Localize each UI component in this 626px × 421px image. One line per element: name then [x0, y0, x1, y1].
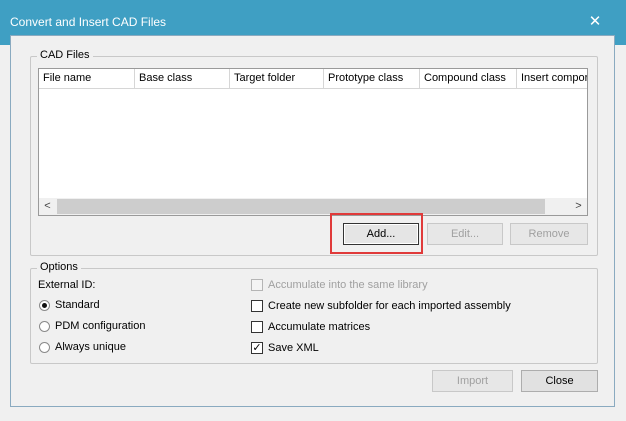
scroll-right-icon[interactable]: >	[570, 198, 587, 215]
column-compound-class[interactable]: Compound class	[420, 69, 517, 88]
checkbox-accumulate-matrices-label[interactable]: Accumulate matrices	[268, 321, 370, 333]
edit-button[interactable]: Edit...	[427, 223, 503, 245]
radio-always-unique-label[interactable]: Always unique	[55, 341, 126, 353]
remove-button[interactable]: Remove	[510, 223, 588, 245]
column-file-name[interactable]: File name	[39, 69, 135, 88]
checkbox-save-xml-label[interactable]: Save XML	[268, 342, 319, 354]
checkbox-save-xml[interactable]: ✓	[251, 342, 263, 354]
highlight-box	[330, 213, 423, 254]
radio-standard[interactable]	[39, 300, 50, 311]
scroll-left-icon[interactable]: <	[39, 198, 56, 215]
cad-files-legend: CAD Files	[37, 49, 93, 61]
import-button[interactable]: Import	[432, 370, 513, 392]
checkbox-create-subfolder[interactable]	[251, 300, 263, 312]
checkbox-create-subfolder-label[interactable]: Create new subfolder for each imported a…	[268, 300, 511, 312]
checkbox-accumulate-same-library[interactable]	[251, 279, 263, 291]
external-id-label: External ID:	[38, 279, 96, 291]
radio-pdm-configuration-label[interactable]: PDM configuration	[55, 320, 146, 332]
checkbox-accumulate-matrices[interactable]	[251, 321, 263, 333]
radio-pdm-configuration[interactable]	[39, 321, 50, 332]
list-header: File name Base class Target folder Proto…	[39, 69, 587, 89]
horizontal-scrollbar[interactable]: < >	[39, 198, 587, 215]
column-prototype-class[interactable]: Prototype class	[324, 69, 420, 88]
close-icon[interactable]: ✕	[583, 11, 607, 33]
radio-standard-label[interactable]: Standard	[55, 299, 100, 311]
close-button[interactable]: Close	[521, 370, 598, 392]
cad-files-list[interactable]: File name Base class Target folder Proto…	[38, 68, 588, 216]
scrollbar-thumb[interactable]	[57, 199, 545, 214]
window-title: Convert and Insert CAD Files	[10, 15, 167, 29]
radio-always-unique[interactable]	[39, 342, 50, 353]
options-legend: Options	[37, 261, 81, 273]
checkbox-accumulate-same-library-label[interactable]: Accumulate into the same library	[268, 279, 428, 291]
column-base-class[interactable]: Base class	[135, 69, 230, 88]
column-target-folder[interactable]: Target folder	[230, 69, 324, 88]
column-insert-component[interactable]: Insert compor	[517, 69, 587, 88]
